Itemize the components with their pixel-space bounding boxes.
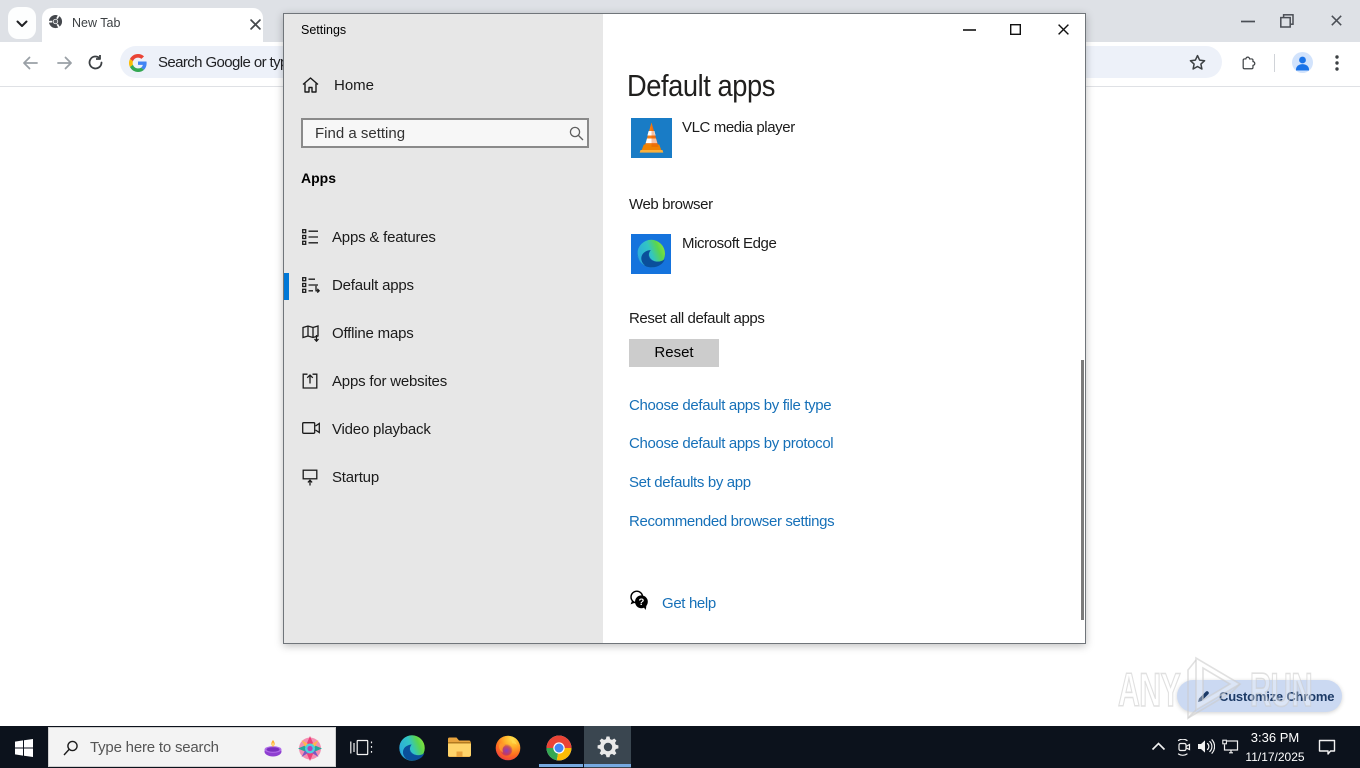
svg-text:?: ? — [638, 597, 644, 608]
svg-text:ANY: ANY — [1118, 663, 1180, 716]
